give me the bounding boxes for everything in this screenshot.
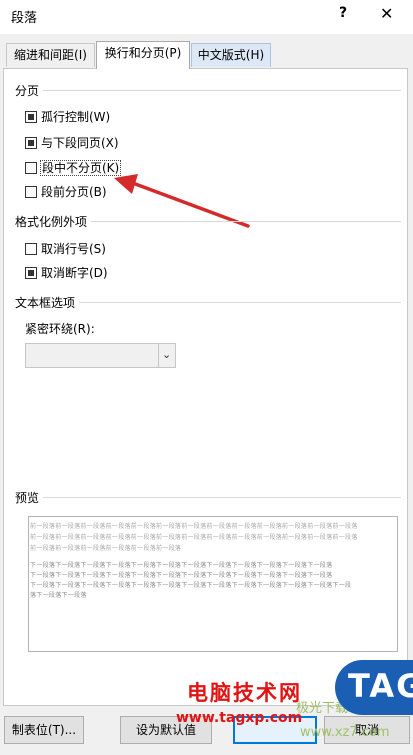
watermark-url: www.tagxp.com [176,710,303,726]
section-divider [77,302,401,303]
watermark-logo-text: TAG [348,667,413,705]
preview-line: 前一段落前一段落前一段落前一段落前一段落前一段落 [30,545,182,552]
dialog-title: 段落 [11,11,38,26]
widow-control-label: 孤行控制(W) [41,110,111,124]
page-break-before-label: 段前分页(B) [41,185,107,199]
section-title-preview: 预览 [15,489,44,506]
suppress-line-numbers-label: 取消行号(S) [41,242,106,256]
keep-with-next-label: 与下段同页(X) [41,136,119,150]
section-divider [90,221,401,222]
page-break-before-checkbox[interactable] [25,186,37,198]
preview-line: 下一段落下一段落下一段落下一段落下一段落下一段落下一段落下一段落下一段落下一段落… [30,582,352,589]
preview-line: 前一段落前一段落前一段落前一段落前一段落前一段落前一段落前一段落前一段落前一段落… [30,523,358,530]
section-divider [40,90,401,91]
tab-line-page-breaks[interactable]: 换行和分页(P) [96,41,190,69]
keep-with-next-checkbox[interactable] [25,137,37,149]
dont-hyphenate-label: 取消断字(D) [41,266,108,280]
tight-wrap-dropdown[interactable]: ⌄ [25,343,176,368]
chevron-down-icon: ⌄ [162,348,172,361]
section-divider [42,497,401,498]
watermark-site-name: 电脑技术网 [187,681,302,705]
watermark-faint-url: www.xz7.com [300,725,390,740]
section-title-formatting-exceptions: 格式化例外项 [15,213,92,230]
preview-line: 下一段落下一段落下一段落下一段落下一段落下一段落下一段落下一段落下一段落下一段落… [30,572,333,579]
tabs-button[interactable]: 制表位(T)... [4,716,84,744]
close-icon[interactable]: ✕ [380,4,393,23]
title-bar [0,0,413,34]
annotation-arrow-icon [114,174,250,228]
suppress-line-numbers-checkbox[interactable] [25,243,37,255]
dropdown-button[interactable]: ⌄ [158,344,175,367]
section-title-textbox-options: 文本框选项 [15,294,80,311]
preview-line: 下一段落下一段落下一段落下一段落下一段落下一段落下一段落下一段落下一段落下一段落… [30,562,333,569]
section-title-pagination: 分页 [15,82,44,99]
help-button[interactable]: ? [339,5,347,21]
tab-indent-spacing[interactable]: 缩进和间距(I) [6,43,95,67]
tab-asian-typography[interactable]: 中文版式(H) [191,43,271,67]
preview-line: 落下一段落下一段落 [30,592,87,599]
dont-hyphenate-checkbox[interactable] [25,267,37,279]
tight-wrap-label: 紧密环绕(R): [25,322,95,336]
widow-control-checkbox[interactable] [25,111,37,123]
preview-line: 前一段落前一段落前一段落前一段落前一段落前一段落前一段落前一段落前一段落前一段落… [30,534,358,541]
keep-lines-together-checkbox[interactable] [25,162,37,174]
